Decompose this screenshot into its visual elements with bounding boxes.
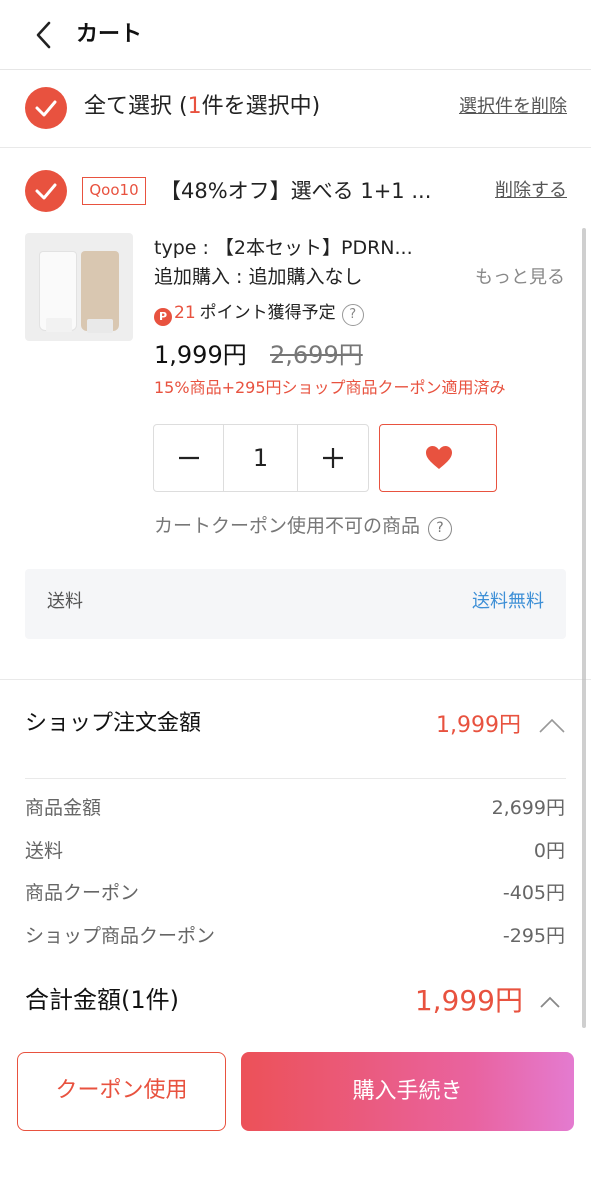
plus-icon bbox=[323, 448, 343, 468]
wishlist-button[interactable] bbox=[379, 424, 497, 492]
shop-total-label: ショップ注文金額 bbox=[25, 711, 202, 736]
product-thumbnail[interactable] bbox=[25, 233, 133, 341]
help-icon[interactable]: ? bbox=[341, 304, 364, 326]
shipping-label: 送料 bbox=[47, 591, 83, 612]
collapse-chevron-icon[interactable] bbox=[538, 716, 566, 734]
chevron-left-icon[interactable] bbox=[30, 20, 60, 50]
top-bar: カート bbox=[0, 0, 591, 70]
breakdown-coupon-value: -405円 bbox=[502, 882, 565, 904]
quantity-stepper: 1 bbox=[153, 424, 369, 492]
breakdown-shop-coupon-label: ショップ商品クーポン bbox=[25, 925, 216, 947]
increase-quantity-button[interactable] bbox=[298, 425, 368, 491]
select-all-row: 全て選択 (1件を選択中) 選択件を削除 bbox=[0, 70, 591, 148]
tube-cap bbox=[87, 319, 113, 333]
grand-total-value: 1,999円 bbox=[414, 984, 523, 1017]
section-divider bbox=[25, 778, 566, 779]
option-add-purchase: 追加購入 : 追加購入なし bbox=[154, 266, 363, 288]
points-row: P 21 ポイント獲得予定? bbox=[154, 301, 364, 327]
quantity-value[interactable]: 1 bbox=[224, 425, 298, 491]
points-value: 21 bbox=[174, 303, 196, 323]
select-all-suffix: 件を選択中) bbox=[201, 94, 321, 119]
breakdown-coupon-label: 商品クーポン bbox=[25, 882, 140, 904]
shipping-value: 送料無料 bbox=[472, 591, 544, 612]
option-type: type : 【2本セット】PDRN... bbox=[154, 237, 413, 259]
breakdown-item-label: 商品金額 bbox=[25, 797, 102, 819]
help-icon[interactable]: ? bbox=[428, 517, 453, 541]
select-all-checkbox[interactable] bbox=[25, 87, 67, 129]
cart-coupon-note-text: カートクーポン使用不可の商品 bbox=[154, 515, 421, 537]
checkout-button[interactable]: 購入手続き bbox=[241, 1052, 574, 1131]
cart-coupon-note: カートクーポン使用不可の商品? bbox=[154, 512, 453, 541]
collapse-chevron-icon[interactable] bbox=[538, 994, 562, 1010]
use-coupon-button[interactable]: クーポン使用 bbox=[17, 1052, 226, 1131]
decrease-quantity-button[interactable] bbox=[154, 425, 224, 491]
breakdown-shipping-value: 0円 bbox=[533, 840, 565, 862]
section-divider bbox=[0, 679, 591, 680]
delete-item-link[interactable]: 削除する bbox=[495, 178, 567, 204]
breakdown-shop-coupon-value: -295円 bbox=[502, 925, 565, 947]
shop-total-value: 1,999円 bbox=[436, 713, 521, 738]
original-price: 2,699円 bbox=[270, 341, 363, 369]
shop-badge: Qoo10 bbox=[82, 177, 146, 205]
select-all-label[interactable]: 全て選択 (1件を選択中) bbox=[84, 92, 320, 122]
scrollbar[interactable] bbox=[582, 228, 586, 1028]
checkmark-icon bbox=[35, 183, 57, 200]
points-label: ポイント獲得予定 bbox=[199, 303, 336, 323]
tube-cap bbox=[46, 318, 72, 332]
tube-beige-image bbox=[81, 251, 119, 333]
more-options-link[interactable]: もっと見る bbox=[475, 264, 565, 292]
coupon-applied-note: 15%商品+295円ショップ商品クーポン適用済み bbox=[154, 378, 506, 397]
breakdown-shipping-label: 送料 bbox=[25, 840, 64, 862]
checkmark-icon bbox=[35, 100, 57, 117]
tube-white-image bbox=[39, 251, 77, 332]
delete-selected-link[interactable]: 選択件を削除 bbox=[459, 94, 567, 120]
grand-total-label: 合計金額(1件) bbox=[25, 986, 179, 1014]
points-icon: P bbox=[154, 308, 172, 326]
breakdown-item-value: 2,699円 bbox=[491, 797, 565, 819]
shipping-box: 送料 送料無料 bbox=[25, 569, 566, 639]
product-title[interactable]: 【48%オフ】選べる 1+1 ... bbox=[160, 176, 470, 206]
select-all-prefix: 全て選択 ( bbox=[84, 94, 188, 119]
item-checkbox[interactable] bbox=[25, 170, 67, 212]
heart-icon bbox=[426, 446, 452, 469]
sale-price: 1,999円 bbox=[154, 341, 247, 369]
page-title: カート bbox=[76, 22, 143, 47]
selected-count: 1 bbox=[187, 94, 202, 119]
minus-icon bbox=[178, 456, 199, 460]
